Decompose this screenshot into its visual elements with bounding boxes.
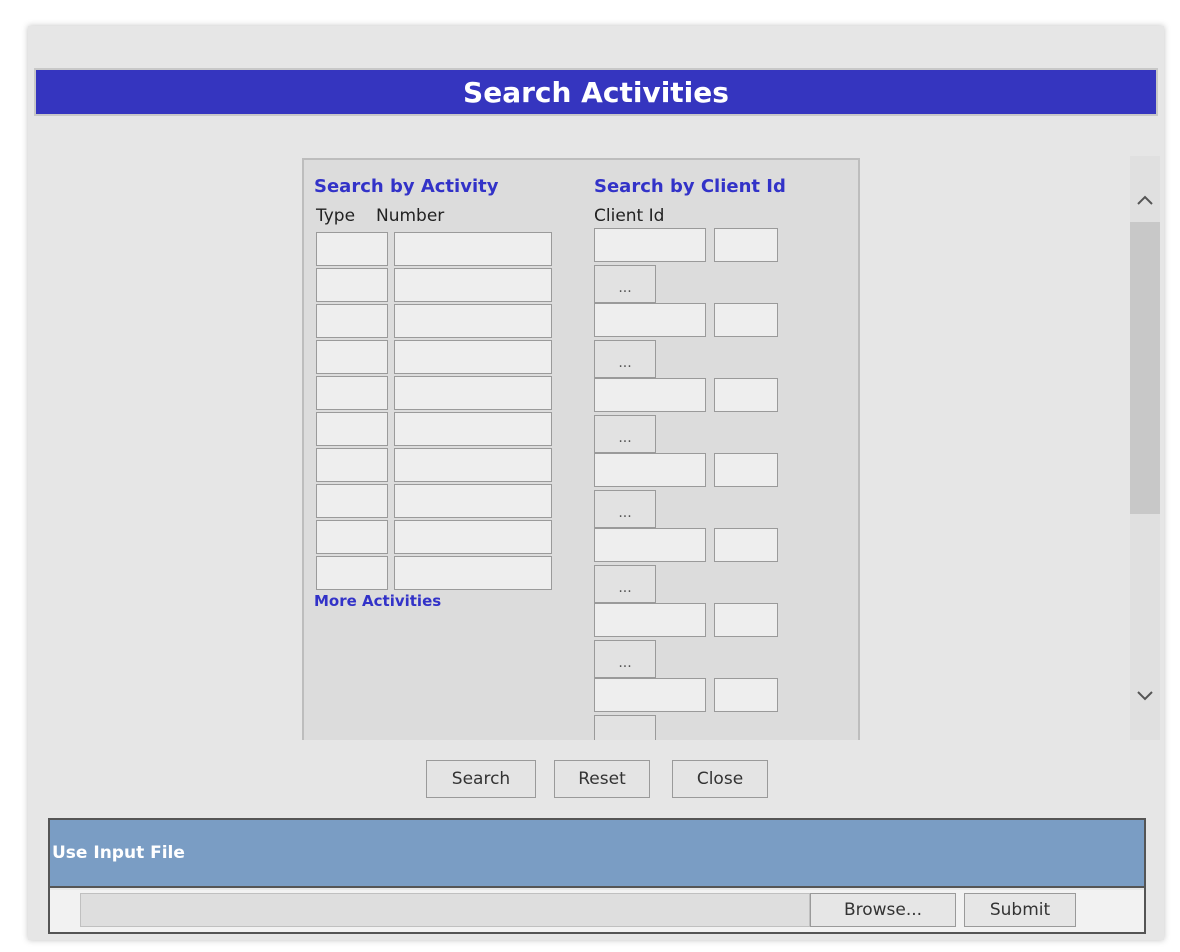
reset-button[interactable]: Reset [554, 760, 650, 798]
activity-number-input[interactable] [394, 484, 552, 518]
activity-type-input[interactable] [316, 520, 388, 554]
activity-number-input[interactable] [394, 520, 552, 554]
client-id-input[interactable] [594, 678, 706, 712]
activity-number-input[interactable] [394, 376, 552, 410]
client-lookup-button[interactable]: ... [594, 715, 656, 740]
client-id-suffix-input[interactable] [714, 303, 778, 337]
activity-type-input[interactable] [316, 268, 388, 302]
client-lookup-button[interactable]: ... [594, 565, 656, 603]
client-lookup-button[interactable]: ... [594, 490, 656, 528]
chevron-up-icon[interactable] [1130, 180, 1160, 220]
client-lookup-button[interactable]: ... [594, 415, 656, 453]
submit-button[interactable]: Submit [964, 893, 1076, 927]
activity-number-input[interactable] [394, 304, 552, 338]
client-id-input[interactable] [594, 378, 706, 412]
type-column-label: Type [316, 206, 356, 226]
page-title: Search Activities [34, 68, 1158, 116]
client-lookup-button[interactable]: ... [594, 265, 656, 303]
activity-number-input[interactable] [394, 412, 552, 446]
search-button[interactable]: Search [426, 760, 536, 798]
client-id-input[interactable] [594, 603, 706, 637]
activity-number-input[interactable] [394, 556, 552, 590]
search-activities-window: Search Activities Search by Activity Typ… [28, 26, 1164, 940]
search-panel: Search by Activity Type Number More Acti… [302, 158, 860, 740]
activity-type-input[interactable] [316, 376, 388, 410]
activity-number-input[interactable] [394, 448, 552, 482]
client-id-suffix-input[interactable] [714, 528, 778, 562]
activity-number-input[interactable] [394, 340, 552, 374]
client-id-suffix-input[interactable] [714, 378, 778, 412]
client-id-input[interactable] [594, 528, 706, 562]
vertical-scrollbar[interactable] [1130, 156, 1160, 740]
client-id-suffix-input[interactable] [714, 678, 778, 712]
input-file-section: Use Input File Browse... Submit [48, 818, 1146, 934]
client-id-input[interactable] [594, 228, 706, 262]
client-id-column-label: Client Id [594, 206, 665, 226]
more-activities-link[interactable]: More Activities [314, 592, 441, 610]
client-id-input[interactable] [594, 453, 706, 487]
file-path-field[interactable] [80, 893, 810, 927]
activity-type-input[interactable] [316, 304, 388, 338]
client-section-title: Search by Client Id [594, 176, 786, 197]
browse-button[interactable]: Browse... [810, 893, 956, 927]
client-id-suffix-input[interactable] [714, 453, 778, 487]
activity-type-input[interactable] [316, 340, 388, 374]
input-file-title: Use Input File [50, 820, 1144, 888]
scrollbar-thumb[interactable] [1130, 222, 1160, 514]
activity-type-input[interactable] [316, 232, 388, 266]
client-id-input[interactable] [594, 303, 706, 337]
activity-type-input[interactable] [316, 448, 388, 482]
activity-type-input[interactable] [316, 412, 388, 446]
client-id-suffix-input[interactable] [714, 603, 778, 637]
close-button[interactable]: Close [672, 760, 768, 798]
activity-section-title: Search by Activity [314, 176, 499, 197]
chevron-down-icon[interactable] [1130, 676, 1160, 716]
file-upload-row: Browse... Submit [50, 890, 1144, 932]
client-lookup-button[interactable]: ... [594, 340, 656, 378]
client-lookup-button[interactable]: ... [594, 640, 656, 678]
number-column-label: Number [376, 206, 445, 226]
activity-number-input[interactable] [394, 268, 552, 302]
activity-number-input[interactable] [394, 232, 552, 266]
activity-type-input[interactable] [316, 556, 388, 590]
activity-type-input[interactable] [316, 484, 388, 518]
client-id-suffix-input[interactable] [714, 228, 778, 262]
